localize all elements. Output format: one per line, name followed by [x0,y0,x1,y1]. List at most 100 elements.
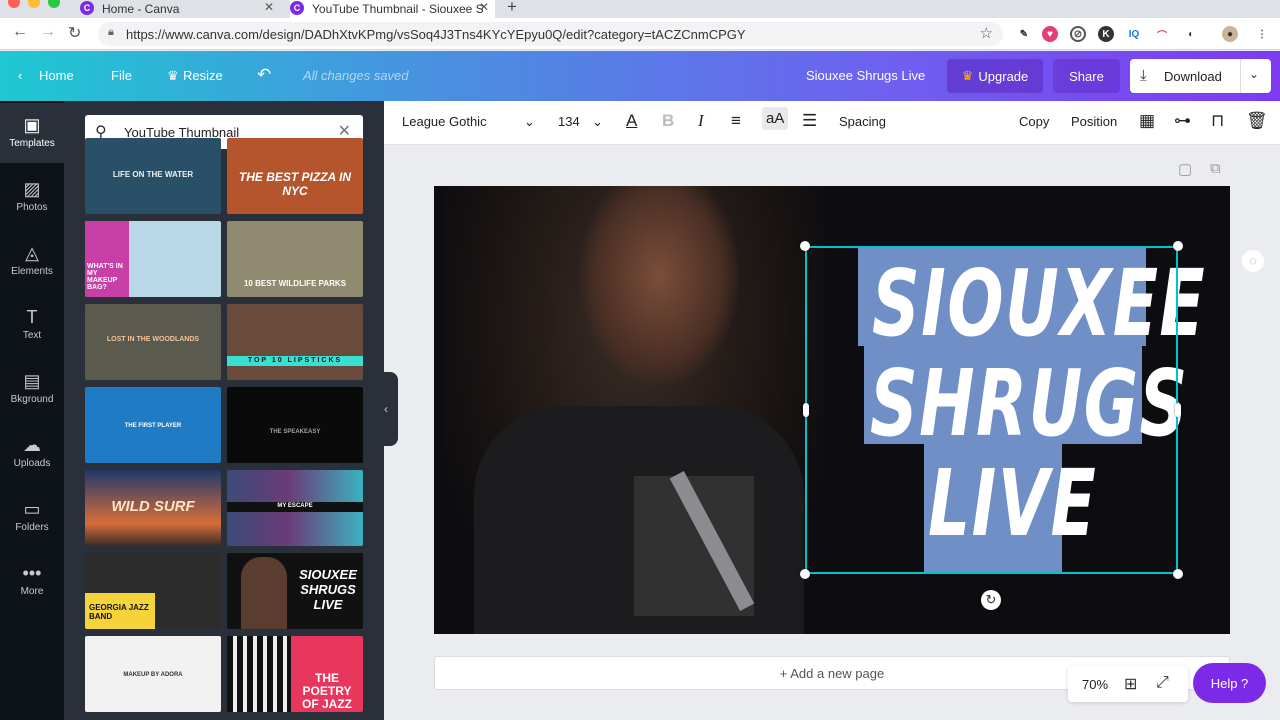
share-button[interactable]: Share [1053,59,1120,93]
resize-handle-bottom-left[interactable] [800,569,810,579]
rail-item-folders[interactable]: ▭ Folders [0,487,64,547]
upgrade-button[interactable]: ♛ Upgrade [947,59,1043,93]
italic-icon[interactable]: I [698,111,704,131]
templates-icon: ▣ [23,115,41,135]
reload-icon[interactable]: ↻ [68,23,81,43]
template-thumbnail[interactable]: THE SPEAKEASY [227,387,363,463]
add-note-icon[interactable]: ▢ [1178,160,1192,178]
font-family-dropdown[interactable]: League Gothic [402,114,487,129]
rail-item-uploads[interactable]: ☁ Uploads [0,423,64,483]
rail-item-elements[interactable]: ◬ Elements [0,231,64,291]
resize-handle-top-left[interactable] [800,241,810,251]
k-extension-icon[interactable]: K [1098,26,1114,42]
close-window-dot[interactable] [8,0,20,8]
lock-icon[interactable]: ⊓ [1211,111,1224,131]
download-button[interactable]: ⤓ Download ⌄ [1130,59,1271,93]
rail-item-label: Text [22,330,42,341]
zoom-level[interactable]: 70% [1082,677,1108,692]
browser-tab-design[interactable]: C YouTube Thumbnail - Siouxee S ✕ [290,0,495,18]
resize-button[interactable]: Resize [183,68,223,83]
bold-icon[interactable]: B [662,111,674,131]
file-menu[interactable]: File [111,68,132,83]
template-text: THE SPEAKEASY [269,429,321,435]
link-icon[interactable]: ⊶ [1174,111,1191,131]
template-text: 10 BEST WILDLIFE PARKS [243,279,347,288]
profile-avatar[interactable]: ● [1222,26,1238,42]
download-label: Download [1164,69,1222,84]
template-text: TOP 10 LIPSTICKS [247,357,343,364]
browser-address-bar: ← → ↻ 🔒︎ https://www.canva.com/design/DA… [0,18,1280,50]
rail-item-templates[interactable]: ▣ Templates [0,103,64,163]
template-thumbnail[interactable]: WILD SURF [85,470,221,546]
copy-style-button[interactable]: Copy [1019,114,1049,129]
resize-handle-left[interactable] [803,403,809,417]
home-button[interactable]: Home [39,68,74,83]
template-thumbnail[interactable]: TOP 10 LIPSTICKS [227,304,363,380]
more-icon: ••• [22,563,42,583]
comment-icon[interactable]: ◌ [1242,250,1264,272]
browser-menu-icon[interactable]: ⋮ [1254,26,1270,42]
fullscreen-icon[interactable]: ⤢ [1156,674,1169,692]
text-case-button[interactable]: aA [762,107,789,130]
template-thumbnail[interactable]: THE POETRY OF JAZZ [227,636,363,712]
rotate-handle-icon[interactable]: ↻ [981,590,1001,610]
audio-extension-icon[interactable]: ◖ [1182,26,1198,42]
text-color-icon[interactable]: A [626,111,637,131]
resize-handle-top-right[interactable] [1173,241,1183,251]
pen-extension-icon[interactable]: ✎ [1016,26,1032,42]
zoom-window-dot[interactable] [48,0,60,8]
forward-icon[interactable]: → [40,23,56,41]
undo-icon[interactable]: ↶ [257,65,271,85]
help-button[interactable]: Help ? [1193,663,1266,703]
chevron-down-icon[interactable]: ⌄ [592,114,603,130]
template-thumbnail[interactable]: 10 BEST WILDLIFE PARKS [227,221,363,297]
rainbow-extension-icon[interactable]: ⌒ [1154,26,1170,42]
uploads-icon: ☁ [23,435,41,455]
elements-icon: ◬ [25,243,39,263]
collapse-panel-button[interactable]: ‹ [374,372,398,446]
close-tab-icon[interactable]: ✕ [479,0,489,14]
align-center-icon[interactable]: ≡ [731,111,741,131]
transparency-icon[interactable]: ▦ [1139,111,1155,131]
template-thumbnail[interactable]: WHAT'S IN MY MAKEUP BAG? [85,221,221,297]
position-button[interactable]: Position [1071,114,1117,129]
resize-handle-bottom-right[interactable] [1173,569,1183,579]
template-thumbnail[interactable]: MY ESCAPE [227,470,363,546]
chevron-down-icon[interactable]: ⌄ [524,114,535,130]
duplicate-page-icon[interactable]: ⧉ [1210,160,1221,177]
design-title[interactable]: Siouxee Shrugs Live [806,68,925,83]
grid-view-icon[interactable]: ⊞ [1124,674,1137,694]
rail-item-background[interactable]: ▤ Bkground [0,359,64,419]
divider [1240,59,1241,93]
trash-icon[interactable]: 🗑︎ [1246,111,1268,131]
url-field[interactable]: 🔒︎ https://www.canva.com/design/DADhXtvK… [98,22,1003,46]
rail-item-photos[interactable]: ▨ Photos [0,167,64,227]
save-status: All changes saved [303,68,409,83]
download-icon: ⤓ [1140,67,1147,84]
rail-item-text[interactable]: T Text [0,295,64,355]
new-tab-icon[interactable]: + [507,0,517,17]
resize-handle-right[interactable] [1175,403,1181,417]
template-thumbnail[interactable]: MAKEUP BY ADORA [85,636,221,712]
template-thumbnail[interactable]: LIFE ON THE WATER [85,138,221,214]
bookmark-star-icon[interactable]: ☆ [980,24,993,42]
heart-extension-icon[interactable]: ♥ [1042,26,1058,42]
template-text: GEORGIA JAZZ BAND [89,603,149,621]
template-thumbnail[interactable]: THE BEST PIZZA IN NYC [227,138,363,214]
back-icon[interactable]: ← [12,23,28,41]
font-size-field[interactable]: 134 [558,114,580,129]
template-thumbnail[interactable]: THE FIRST PLAYER [85,387,221,463]
list-icon[interactable]: ☰ [802,111,817,131]
rail-item-more[interactable]: ••• More [0,551,64,611]
minimize-window-dot[interactable] [28,0,40,8]
template-thumbnail[interactable]: GEORGIA JAZZ BAND [85,553,221,629]
browser-tab-home[interactable]: C Home - Canva ✕ [80,0,280,18]
template-thumbnail[interactable]: LOST IN THE WOODLANDS [85,304,221,380]
iq-extension-icon[interactable]: IQ [1126,26,1142,42]
block-extension-icon[interactable]: ⊘ [1070,26,1086,42]
canva-favicon-icon: C [290,1,304,15]
close-tab-icon[interactable]: ✕ [264,0,274,14]
template-thumbnail[interactable]: SIOUXEE SHRUGS LIVE [227,553,363,629]
spacing-button[interactable]: Spacing [839,114,886,129]
chevron-down-icon[interactable]: ⌄ [1249,67,1259,81]
